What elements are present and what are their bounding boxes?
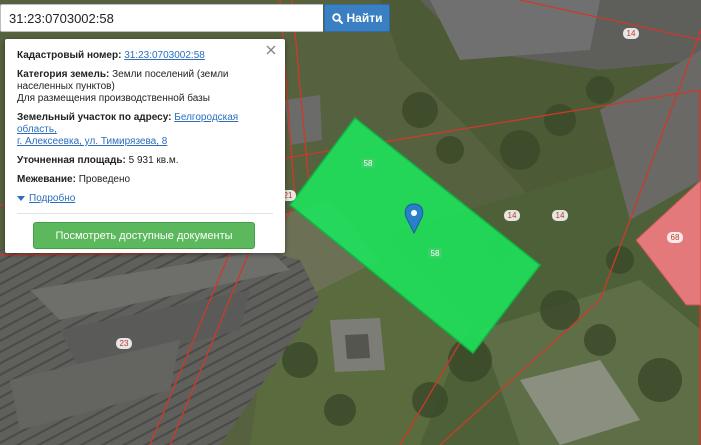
parcel-label: 58 [361, 158, 375, 168]
svg-text:58: 58 [431, 249, 440, 258]
parcel-info-panel: Кадастровый номер: 31:23:0703002:58 Кате… [5, 39, 285, 253]
close-icon[interactable] [265, 44, 277, 56]
details-toggle[interactable]: Подробно [17, 193, 273, 205]
search-icon [331, 12, 343, 24]
svg-text:58: 58 [364, 159, 373, 168]
svg-text:23: 23 [120, 339, 129, 348]
land-category-value-cont: населенных пунктов) [17, 81, 115, 92]
cadastral-number-row: Кадастровый номер: 31:23:0703002:58 [17, 50, 273, 62]
panel-divider [17, 213, 273, 214]
search-input[interactable] [0, 4, 323, 32]
survey-label: Межевание: [17, 174, 76, 185]
address-label: Земельный участок по адресу: [17, 112, 172, 123]
svg-text:68: 68 [671, 233, 680, 242]
parcel-label: 23 [116, 338, 132, 349]
cadastral-number-link[interactable]: 31:23:0703002:58 [124, 50, 205, 61]
area-value: 5 931 кв.м. [128, 155, 179, 166]
search-button[interactable]: Найти [324, 4, 390, 32]
land-category-label: Категория земель: [17, 69, 110, 80]
parcel-label: 14 [623, 28, 639, 39]
area-label: Уточненная площадь: [17, 155, 126, 166]
view-documents-button[interactable]: Посмотреть доступные документы [33, 222, 255, 249]
svg-text:14: 14 [508, 211, 517, 220]
survey-row: Межевание: Проведено [17, 174, 273, 186]
area-row: Уточненная площадь: 5 931 кв.м. [17, 155, 273, 167]
svg-text:14: 14 [556, 211, 565, 220]
caret-down-icon [17, 196, 25, 201]
land-category-row: Категория земель: Земли поселений (земли… [17, 69, 273, 105]
address-row: Земельный участок по адресу: Белгородска… [17, 112, 273, 148]
cadastral-number-label: Кадастровый номер: [17, 50, 122, 61]
parcel-label: 14 [552, 210, 568, 221]
svg-text:14: 14 [627, 29, 636, 38]
address-link-cont[interactable]: г. Алексеевка, ул. Тимирязева, 8 [17, 136, 167, 147]
parcel-label: 58 [428, 248, 442, 258]
details-toggle-label: Подробно [29, 193, 76, 204]
parcel-label: 68 [667, 232, 683, 243]
land-category-value: Земли поселений (земли [112, 69, 229, 80]
parcel-label: 14 [504, 210, 520, 221]
search-button-label: Найти [346, 11, 383, 25]
land-usage-value: Для размещения производственной базы [17, 93, 210, 104]
survey-value: Проведено [78, 174, 131, 185]
search-bar: Найти [0, 4, 390, 32]
